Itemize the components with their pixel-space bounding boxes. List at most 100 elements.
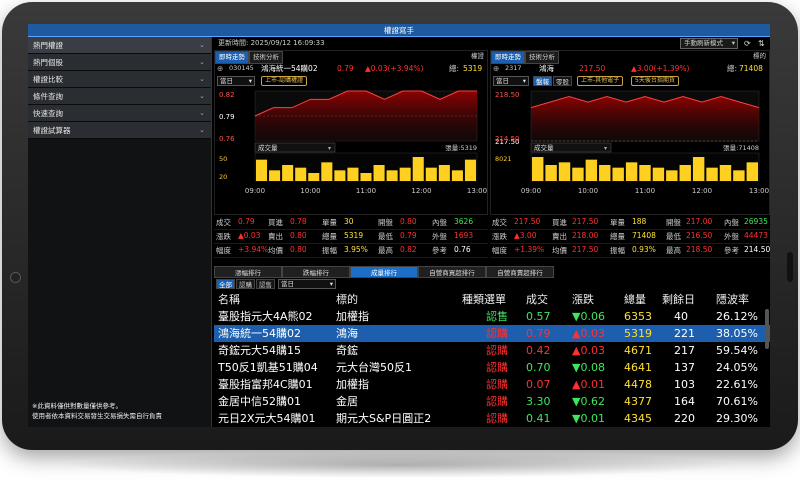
table-row[interactable]: T50反1凱基51購04 元大台灣50反1 認購 0.70 ▼0.08 4641 137 24… xyxy=(214,359,770,376)
cell-price: 0.07 xyxy=(526,378,551,391)
table-row[interactable]: 元日2X元大54購01 期元大S&P日圓正2 認購 0.41 ▼0.01 4345 220 2… xyxy=(214,410,770,427)
sidebar-item-quick-query[interactable]: 快速查詢 ⌄ xyxy=(28,105,211,122)
cell-name: 奇鋐元大54購15 xyxy=(218,344,301,357)
volume-bar xyxy=(746,162,758,181)
detail-label: 漲跌 xyxy=(492,232,507,241)
cell-underlying: 加權指 xyxy=(336,310,369,323)
detail-label: 外盤 xyxy=(724,232,739,241)
circle-plus-icon[interactable]: ⊕ xyxy=(493,62,499,75)
cell-type: 認購 xyxy=(486,395,508,408)
app-screen: 權證寫手 熱門權證 ⌄ 熱門個股 ⌄ 權證比較 ⌄ 條件查詢 ⌄ 快速查詢 ⌄ 權證試算器… xyxy=(28,24,770,427)
futures-tag[interactable]: 5天後台指期貨 xyxy=(631,76,679,86)
tab-gain-rank[interactable]: 漲幅排行 xyxy=(214,266,282,278)
cell-name: 元日2X元大54購01 xyxy=(218,412,316,425)
detail-value: 5319 xyxy=(344,231,364,240)
settings-icon[interactable]: ⇅ xyxy=(758,37,765,50)
period-value: 當日 xyxy=(281,280,294,288)
col-name[interactable]: 名稱 xyxy=(218,291,240,308)
chevron-down-icon: ⌄ xyxy=(199,58,205,66)
y-tick-label: 0.82 xyxy=(219,91,235,99)
table-row[interactable]: 臺股指富邦4C購01 加權指 認購 0.07 ▲0.01 4478 103 22.61% xyxy=(214,376,770,393)
detail-value: 188 xyxy=(632,217,647,226)
detail-value: ▲0.03 xyxy=(238,231,261,240)
cell-underlying: 金居 xyxy=(336,395,358,408)
x-tick-label: 11:00 xyxy=(356,187,376,195)
detail-value: +1.39% xyxy=(514,245,545,254)
refresh-mode-select[interactable]: 手動刷新模式 ▾ xyxy=(680,38,738,49)
price-area xyxy=(531,96,759,141)
col-iv[interactable]: 隱波率 xyxy=(716,291,749,308)
sidebar-item-condition-query[interactable]: 條件查詢 ⌄ xyxy=(28,88,211,105)
col-type[interactable]: 種類選單 xyxy=(462,291,506,308)
market-tag[interactable]: 上市-認購權證 xyxy=(261,76,308,86)
volume-select[interactable]: 成交量 ▾ xyxy=(530,142,612,153)
table-header: 名稱 標的 種類選單 成交 漲跌 總量 剩餘日 隱波率 xyxy=(214,291,770,308)
volume-bar xyxy=(733,170,745,181)
circle-plus-icon[interactable]: ⊕ xyxy=(217,62,223,75)
filter-put[interactable]: 認售 xyxy=(256,279,275,289)
detail-value: 1693 xyxy=(454,231,474,240)
cell-volume: 4377 xyxy=(624,395,652,408)
ranking-tabs: 漲幅排行 跌幅排行 成量排行 自營商買超排行 自營商賣超排行 xyxy=(214,266,770,278)
sidebar-item-hot-warrants[interactable]: 熱門權證 ⌄ xyxy=(28,37,211,54)
scrollbar[interactable] xyxy=(765,309,769,349)
tab-volume-rank[interactable]: 成量排行 xyxy=(350,266,418,278)
filter-all[interactable]: 全部 xyxy=(216,279,235,289)
tab-odd-lot[interactable]: 零股 xyxy=(553,76,572,86)
col-days-left[interactable]: 剩餘日 xyxy=(662,291,695,308)
tab-dealer-sell-rank[interactable]: 自營商賣超排行 xyxy=(486,266,554,278)
warrant-panel: 即時走勢 技術分析 權證 ⊕ 030145 鴻海統一54購02 0.79 ▲0.0… xyxy=(214,50,488,215)
home-button[interactable] xyxy=(10,272,21,283)
detail-label: 最低 xyxy=(666,232,681,241)
y-tick-label: 0.76 xyxy=(219,135,235,143)
table-row[interactable]: 臺股指元大4A熊02 加權指 認售 0.57 ▼0.06 6353 40 26.12% xyxy=(214,308,770,325)
detail-label: 幅度 xyxy=(216,246,231,255)
tab-loss-rank[interactable]: 跌幅排行 xyxy=(282,266,350,278)
sidebar-item-calculator[interactable]: 權證試算器 ⌄ xyxy=(28,122,211,139)
chevron-down-icon: ▾ xyxy=(328,145,331,152)
volume-bar xyxy=(399,167,411,181)
sidebar-item-label: 條件查詢 xyxy=(33,92,63,101)
detail-value: 217.50 xyxy=(514,217,541,226)
detail-label: 內盤 xyxy=(724,218,739,227)
chevron-down-icon: ⌄ xyxy=(199,109,205,117)
tab-dealer-buy-rank[interactable]: 自營商買超排行 xyxy=(418,266,486,278)
refresh-icon[interactable]: ⟳ xyxy=(744,37,751,50)
detail-value: 214.50 xyxy=(744,245,770,254)
sidebar-item-hot-stocks[interactable]: 熱門個股 ⌄ xyxy=(28,54,211,71)
chevron-down-icon: ▾ xyxy=(329,280,333,288)
col-underlying[interactable]: 標的 xyxy=(336,291,358,308)
cell-underlying: 期元大S&P日圓正2 xyxy=(336,412,432,425)
period-select[interactable]: 當日 ▾ xyxy=(493,76,529,86)
table-row[interactable]: 金居中信52購01 金居 認購 3.30 ▼0.62 4377 164 70.61% xyxy=(214,393,770,410)
col-volume[interactable]: 總量 xyxy=(624,291,646,308)
chevron-down-icon: ▾ xyxy=(522,77,526,85)
cell-iv: 22.61% xyxy=(716,378,758,391)
period-select[interactable]: 當日 ▾ xyxy=(278,279,336,289)
detail-label: 賣出 xyxy=(268,232,283,241)
industry-tag[interactable]: 上市-其他電子 xyxy=(577,76,624,86)
volume-bar xyxy=(719,165,732,181)
disclaimer: ※此資料僅供對數量僅供參考。 使用者依本資料交易發生交易損失需自行負責 xyxy=(32,401,162,421)
x-tick-label: 10:00 xyxy=(300,187,320,195)
detail-label: 開盤 xyxy=(666,218,681,227)
table-row[interactable]: 鴻海統一54購02 鴻海 認購 0.79 ▲0.03 5319 221 38.05% xyxy=(214,325,770,342)
detail-label: 單量 xyxy=(322,218,337,227)
filter-call[interactable]: 認購 xyxy=(236,279,255,289)
chevron-down-icon: ⌄ xyxy=(199,92,205,100)
sidebar-item-compare[interactable]: 權證比較 ⌄ xyxy=(28,71,211,88)
col-price[interactable]: 成交 xyxy=(526,291,548,308)
table-row[interactable]: 奇鋐元大54購15 奇鋐 認購 0.42 ▲0.03 4671 217 59.54% xyxy=(214,342,770,359)
volume-bar xyxy=(373,165,385,181)
period-select[interactable]: 當日 ▾ xyxy=(217,76,255,86)
col-change[interactable]: 漲跌 xyxy=(572,291,594,308)
detail-value: 217.50 xyxy=(572,217,599,226)
detail-label: 幅度 xyxy=(492,246,507,255)
chevron-down-icon: ▾ xyxy=(248,77,252,85)
volume-select[interactable]: 成交量 ▾ xyxy=(254,142,336,153)
tab-board-lot[interactable]: 盤報 xyxy=(533,76,552,86)
side-button[interactable] xyxy=(787,252,793,282)
update-time: 更新時間: 2025/09/12 16:09:33 xyxy=(218,39,325,47)
warrant-code: 030145 xyxy=(229,64,254,72)
cell-days-left: 220 xyxy=(674,412,695,425)
